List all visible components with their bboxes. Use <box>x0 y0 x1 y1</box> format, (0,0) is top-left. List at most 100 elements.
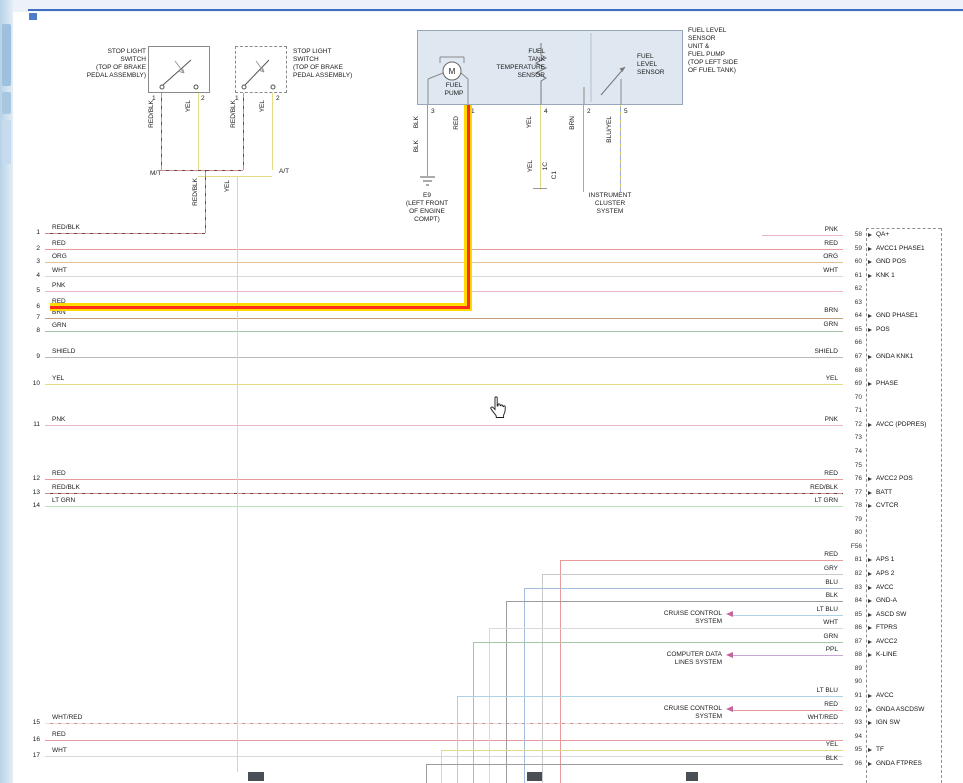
pin-number: 67 <box>842 353 862 360</box>
wire-ltblu[interactable] <box>457 696 843 697</box>
wire-grn[interactable] <box>473 642 843 643</box>
wire-pnk[interactable] <box>762 235 843 236</box>
wire-yel[interactable] <box>441 750 442 783</box>
bottom-scroll-marker[interactable] <box>248 772 264 781</box>
pin-signal-label: AVCC <box>876 692 894 699</box>
terminal-arrow-icon <box>868 748 872 752</box>
wire-yel[interactable] <box>272 93 273 170</box>
wire-redblk[interactable] <box>45 233 205 234</box>
side-panel-handle[interactable] <box>2 120 11 164</box>
pin-signal-label: APS 2 <box>876 570 894 577</box>
terminal-arrow-icon <box>868 762 872 766</box>
wire-red[interactable] <box>560 560 843 561</box>
wire-red[interactable] <box>45 249 843 250</box>
wire-gry[interactable] <box>542 574 843 575</box>
wire-gry[interactable] <box>542 574 543 783</box>
toolbar-icon[interactable] <box>29 13 37 20</box>
wire-red[interactable] <box>45 479 843 480</box>
pin-color-label: RED/BLK <box>796 484 838 491</box>
bottom-scroll-marker[interactable] <box>686 772 698 781</box>
motor-symbol: M <box>449 67 456 76</box>
wire-wht[interactable] <box>489 628 490 783</box>
system-ref-cruise-control[interactable]: CRUISE CONTROL SYSTEM <box>637 705 722 721</box>
wire-yel[interactable] <box>198 176 272 177</box>
terminal-arrow-icon <box>868 640 872 644</box>
highlighted-wire-core-horizontal <box>50 306 470 309</box>
wire-wht[interactable] <box>45 276 843 277</box>
wire-redblk[interactable] <box>161 93 162 170</box>
wire-grn[interactable] <box>473 642 474 783</box>
wire-redblk[interactable] <box>243 93 244 170</box>
connector-boundary-left <box>866 228 867 783</box>
stop-light-switch-2[interactable] <box>235 46 287 93</box>
wire-pnk[interactable] <box>45 425 843 426</box>
pin-signal-label: GNDA FTPRES <box>876 760 922 767</box>
pin-color-label: RED <box>796 470 838 477</box>
wire-blk[interactable] <box>426 764 427 783</box>
terminal-arrow-icon <box>868 653 872 657</box>
wire-brn[interactable] <box>45 318 843 319</box>
system-ref-cruise-control[interactable]: CRUISE CONTROL SYSTEM <box>637 610 722 626</box>
wire-org[interactable] <box>45 262 843 263</box>
wire-ltblu[interactable] <box>733 615 843 616</box>
wire-yel[interactable] <box>237 176 238 772</box>
system-ref-arrow-icon <box>726 706 733 712</box>
instrument-cluster-label[interactable]: INSTRUMENT CLUSTER SYSTEM <box>578 192 642 216</box>
row-number: 6 <box>24 303 40 310</box>
terminal-arrow-icon <box>868 694 872 698</box>
connector-boundary-right <box>941 228 942 783</box>
row-number: 13 <box>24 489 40 496</box>
wire-color-label: RED <box>52 470 66 477</box>
wire-whtred[interactable] <box>45 723 843 724</box>
wire-yel[interactable] <box>198 93 199 170</box>
wire-color-vlabel: RED/BLK <box>193 178 200 206</box>
system-ref-computer-data-lines[interactable]: COMPUTER DATA LINES SYSTEM <box>637 651 722 667</box>
wire-ppl[interactable] <box>733 655 843 656</box>
fuel-tank-temp-sensor-label: FUEL TANK TEMPERATURE SENSOR <box>493 48 545 80</box>
bottom-scroll-marker[interactable] <box>527 772 543 781</box>
wire-redblk[interactable] <box>161 170 243 171</box>
stop-light-switch-1[interactable] <box>148 46 210 93</box>
wire-color-label: PNK <box>52 416 65 423</box>
wire-color-vlabel: RED/BLK <box>149 100 156 128</box>
wire-shield[interactable] <box>45 357 843 358</box>
wire-ltgrn[interactable] <box>45 506 843 507</box>
pin-signal-label: QA+ <box>876 231 889 238</box>
switch-symbol <box>236 47 286 92</box>
pin-number: 59 <box>842 245 862 252</box>
wire-redblk[interactable] <box>205 170 206 233</box>
pin-signal-label: BATT <box>876 489 892 496</box>
pin-number: 79 <box>842 516 862 523</box>
wire-ltblu[interactable] <box>457 696 458 783</box>
wire-grn[interactable] <box>45 331 843 332</box>
wire-yel[interactable] <box>540 105 541 190</box>
pin-number: 93 <box>842 719 862 726</box>
wire-blk[interactable] <box>426 764 843 765</box>
wire-wht[interactable] <box>489 628 843 629</box>
wire-redblk[interactable] <box>45 493 843 494</box>
wire-blu[interactable] <box>524 588 525 783</box>
wire-red[interactable] <box>733 710 843 711</box>
wire-yel[interactable] <box>441 750 843 751</box>
pin-signal-label: IGN SW <box>876 719 900 726</box>
terminal-arrow-icon <box>868 504 872 508</box>
pin-number: 76 <box>842 475 862 482</box>
row-number: 16 <box>24 736 40 743</box>
wire-yel[interactable] <box>45 384 843 385</box>
wire-bluyel[interactable] <box>620 105 621 192</box>
at-label: A/T <box>279 168 289 175</box>
wire-pnk[interactable] <box>45 291 843 292</box>
pin-signal-label: K-LINE <box>876 651 897 658</box>
terminal-arrow-icon <box>868 558 872 562</box>
side-panel-handle[interactable] <box>2 24 11 86</box>
wire-blk[interactable] <box>427 105 428 176</box>
wire-wht[interactable] <box>45 756 843 757</box>
side-panel-handle[interactable] <box>2 92 11 114</box>
wire-blk[interactable] <box>506 601 843 602</box>
wire-red[interactable] <box>45 740 843 741</box>
wire-brn[interactable] <box>583 105 584 192</box>
row-number: 14 <box>24 502 40 509</box>
terminal-arrow-icon <box>868 491 872 495</box>
wire-blu[interactable] <box>524 588 843 589</box>
row-number: 11 <box>24 421 40 428</box>
